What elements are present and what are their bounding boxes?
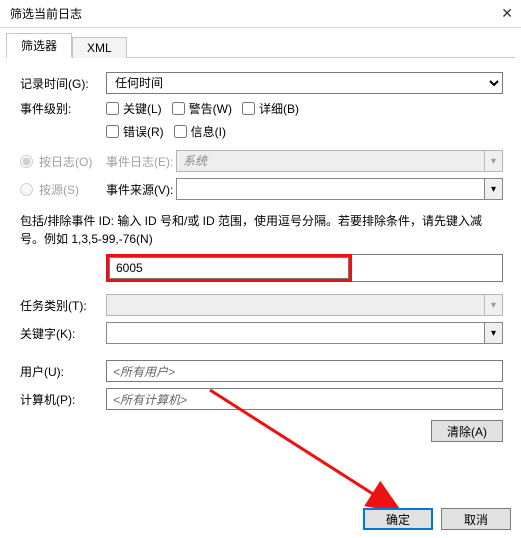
chevron-down-icon: ▾ <box>484 151 502 171</box>
select-logged-time[interactable]: 任何时间 <box>106 72 503 94</box>
label-event-level: 事件级别: <box>20 100 106 117</box>
form-area: 记录时间(G): 任何时间 事件级别: 关键(L) 警告(W) 详细(B) 错误… <box>6 58 515 452</box>
cancel-button[interactable]: 取消 <box>441 508 511 530</box>
label-event-source: 事件来源(V): <box>106 181 176 198</box>
checkbox-warning[interactable]: 警告(W) <box>172 100 232 117</box>
tab-xml[interactable]: XML <box>72 37 127 58</box>
combo-event-log: 系统 ▾ <box>176 150 503 172</box>
label-task-category: 任务类别(T): <box>20 297 106 314</box>
label-keyword: 关键字(K): <box>20 325 106 342</box>
chevron-down-icon[interactable]: ▾ <box>484 323 502 343</box>
checkbox-critical[interactable]: 关键(L) <box>106 100 162 117</box>
radio-by-log[interactable]: 按日志(O) <box>20 153 106 170</box>
dialog-footer: 确定 取消 <box>363 500 511 530</box>
radio-by-source[interactable]: 按源(S) <box>20 181 106 198</box>
window-title: 筛选当前日志 <box>10 5 82 22</box>
combo-event-source[interactable]: ▾ <box>176 178 503 200</box>
tabs-container: 筛选器 XML 记录时间(G): 任何时间 事件级别: 关键(L) 警告(W) … <box>0 28 521 452</box>
label-logged-time: 记录时间(G): <box>20 75 106 92</box>
combo-task-category: ▾ <box>106 294 503 316</box>
checkbox-verbose[interactable]: 详细(B) <box>242 100 299 117</box>
input-computer[interactable] <box>106 388 503 410</box>
input-event-id-extend[interactable] <box>352 254 503 282</box>
ok-button[interactable]: 确定 <box>363 508 433 530</box>
close-icon[interactable]: ✕ <box>483 5 513 22</box>
tab-filter[interactable]: 筛选器 <box>6 33 72 58</box>
combo-keyword[interactable]: ▾ <box>106 322 503 344</box>
title-bar: 筛选当前日志 ✕ <box>0 0 521 28</box>
input-event-id[interactable] <box>109 257 349 279</box>
help-text: 包括/排除事件 ID: 输入 ID 号和/或 ID 范围，使用逗号分隔。若要排除… <box>20 212 503 248</box>
clear-button[interactable]: 清除(A) <box>431 420 503 442</box>
label-event-log: 事件日志(E): <box>106 153 176 170</box>
chevron-down-icon[interactable]: ▾ <box>484 179 502 199</box>
chevron-down-icon: ▾ <box>484 295 502 315</box>
checkbox-information[interactable]: 信息(I) <box>174 123 226 140</box>
checkbox-error[interactable]: 错误(R) <box>106 123 164 140</box>
label-user: 用户(U): <box>20 363 106 380</box>
highlight-box <box>106 254 352 282</box>
input-user[interactable] <box>106 360 503 382</box>
label-computer: 计算机(P): <box>20 391 106 408</box>
